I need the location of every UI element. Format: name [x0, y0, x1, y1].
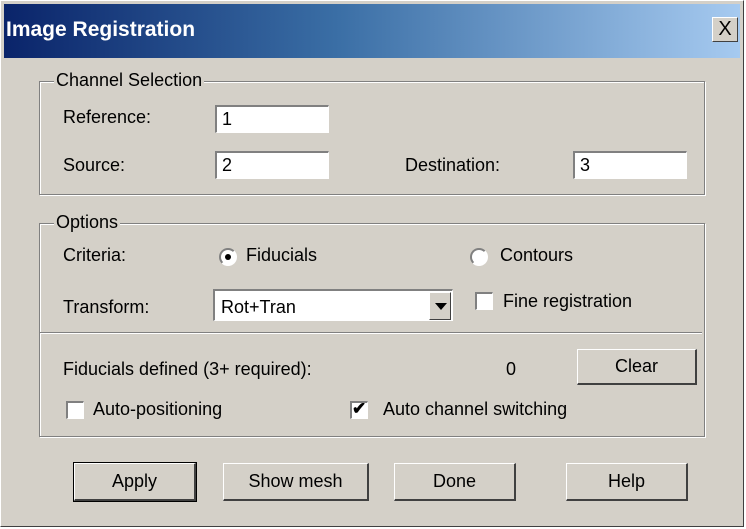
destination-label: Destination:: [405, 155, 501, 175]
image-registration-dialog: Image Registration X Channel Selection R…: [0, 0, 744, 527]
options-legend: Options: [54, 212, 121, 233]
transform-value: Rot+Tran: [221, 297, 296, 317]
fiducials-radio[interactable]: [219, 248, 237, 266]
channel-selection-legend: Channel Selection: [54, 70, 205, 91]
options-divider: [40, 332, 702, 334]
transform-label: Transform:: [63, 297, 150, 317]
auto-positioning-label[interactable]: Auto-positioning: [93, 399, 222, 420]
reference-input[interactable]: 1: [215, 105, 329, 133]
transform-select[interactable]: Rot+Tran: [213, 289, 453, 321]
source-input[interactable]: 2: [215, 151, 329, 179]
show-mesh-button[interactable]: Show mesh: [223, 463, 369, 501]
close-button[interactable]: X: [712, 17, 738, 42]
auto-channel-switching-label[interactable]: Auto channel switching: [383, 399, 567, 420]
close-icon: X: [718, 18, 732, 40]
checkmark-icon: ✔: [352, 399, 367, 418]
criteria-label: Criteria:: [63, 245, 127, 265]
help-button[interactable]: Help: [566, 463, 688, 501]
source-label: Source:: [63, 155, 126, 175]
done-button[interactable]: Done: [394, 463, 516, 501]
reference-label: Reference:: [63, 107, 152, 127]
dropdown-arrow-icon[interactable]: [429, 292, 451, 320]
fine-registration-label[interactable]: Fine registration: [503, 291, 632, 312]
fiducials-count: 0: [506, 359, 517, 379]
radio-selected-dot: [225, 254, 231, 260]
fine-registration-checkbox[interactable]: [475, 292, 493, 310]
window-title: Image Registration: [6, 18, 196, 41]
destination-input[interactable]: 3: [573, 151, 687, 179]
apply-button[interactable]: Apply: [73, 462, 197, 502]
fiducials-defined-label: Fiducials defined (3+ required):: [63, 359, 312, 379]
title-bar[interactable]: Image Registration X: [4, 4, 740, 58]
contours-radio-label[interactable]: Contours: [500, 245, 573, 266]
auto-positioning-checkbox[interactable]: [66, 401, 84, 419]
fiducials-radio-label[interactable]: Fiducials: [246, 245, 317, 266]
contours-radio[interactable]: [470, 248, 488, 266]
auto-channel-switching-checkbox[interactable]: ✔: [350, 399, 368, 419]
clear-button[interactable]: Clear: [577, 349, 697, 385]
